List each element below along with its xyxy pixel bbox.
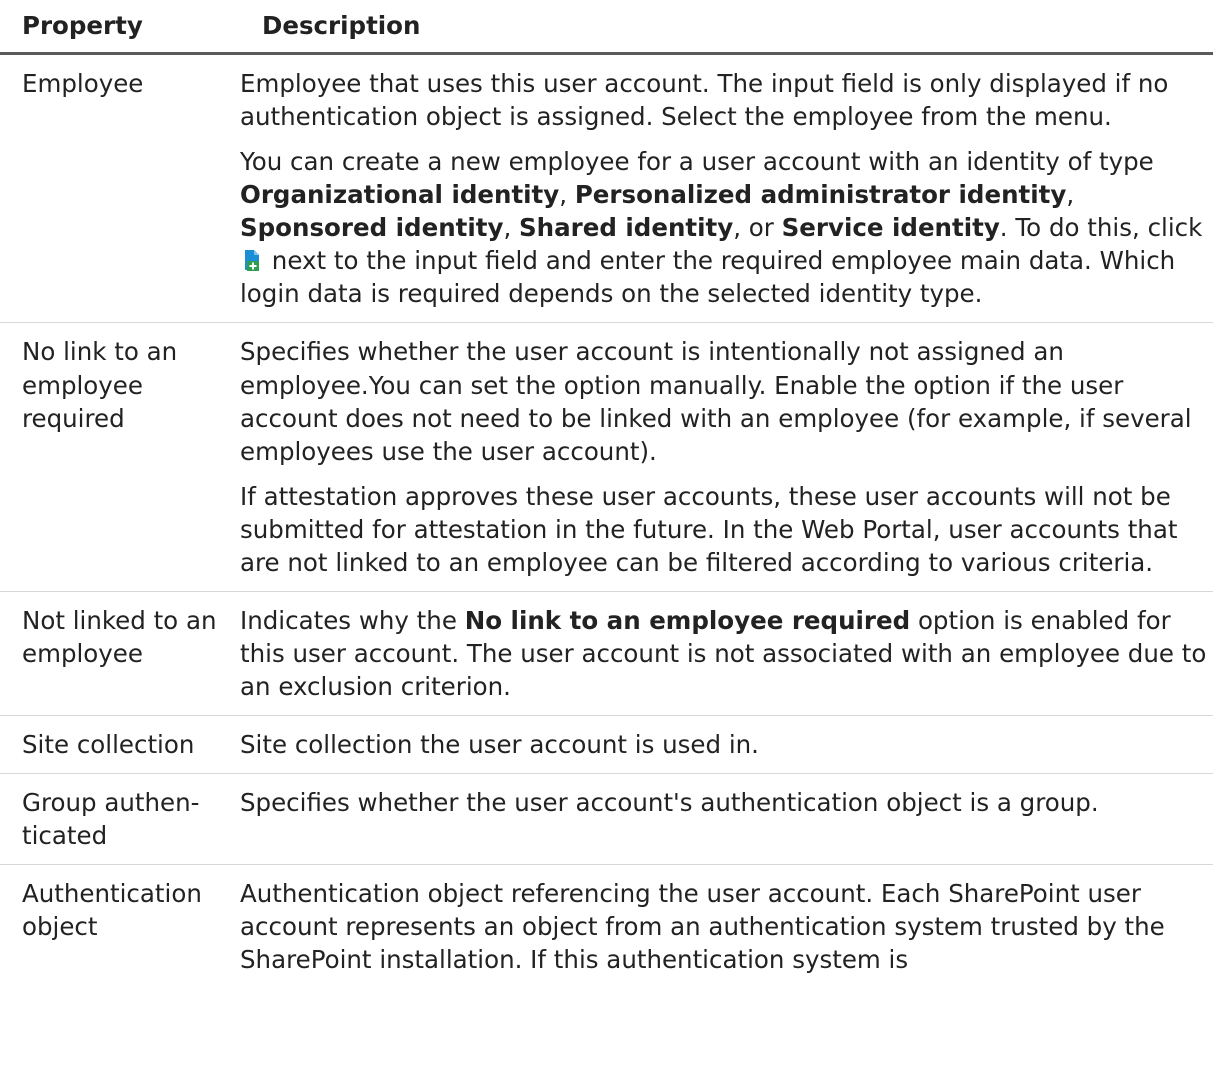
table-row: No link to an employee required Specifie… — [0, 323, 1213, 592]
table-row: Employee Employee that uses this user ac… — [0, 55, 1213, 324]
property-name: Not linked to an employee — [22, 605, 217, 668]
table-header: Property Description — [0, 0, 1213, 55]
header-property: Property — [22, 11, 143, 41]
property-name: Group authen-ticated — [22, 788, 200, 851]
property-name: No link to an employee required — [22, 337, 178, 433]
description-paragraph: You can create a new employee for a user… — [240, 147, 1203, 309]
property-description: Specifies whether the user account's aut… — [240, 786, 1213, 852]
description-paragraph: Employee that uses this user account. Th… — [240, 69, 1169, 132]
description-paragraph: Indicates why the No link to an employee… — [240, 605, 1207, 701]
property-description: Employee that uses this user account. Th… — [240, 67, 1213, 310]
property-table: Property Description Employee Employee t… — [0, 0, 1213, 988]
add-new-icon — [242, 246, 260, 272]
description-paragraph: Authentication object referencing the us… — [240, 879, 1165, 975]
property-description: Specifies whether the user account is in… — [240, 335, 1213, 578]
property-name: Site collection — [22, 730, 195, 760]
property-name: Employee — [22, 69, 144, 98]
description-paragraph: Site collection the user account is used… — [240, 730, 759, 760]
property-description: Site collection the user account is used… — [240, 728, 1213, 761]
property-description: Indicates why the No link to an employee… — [240, 604, 1213, 703]
description-paragraph: Specifies whether the user account is in… — [240, 337, 1192, 466]
header-description: Description — [262, 11, 421, 41]
table-row: Not linked to an employee Indicates why … — [0, 592, 1213, 717]
table-row: Site collection Site collection the user… — [0, 716, 1213, 775]
property-name: Authentication object — [22, 879, 202, 942]
property-description: Authentication object referencing the us… — [240, 877, 1213, 976]
table-row: Authentication object Authentication obj… — [0, 865, 1213, 988]
table-row: Group authen-ticated Specifies whether t… — [0, 774, 1213, 866]
description-paragraph: Specifies whether the user account's aut… — [240, 788, 1099, 818]
description-paragraph: If attestation approves these user accou… — [240, 481, 1178, 577]
